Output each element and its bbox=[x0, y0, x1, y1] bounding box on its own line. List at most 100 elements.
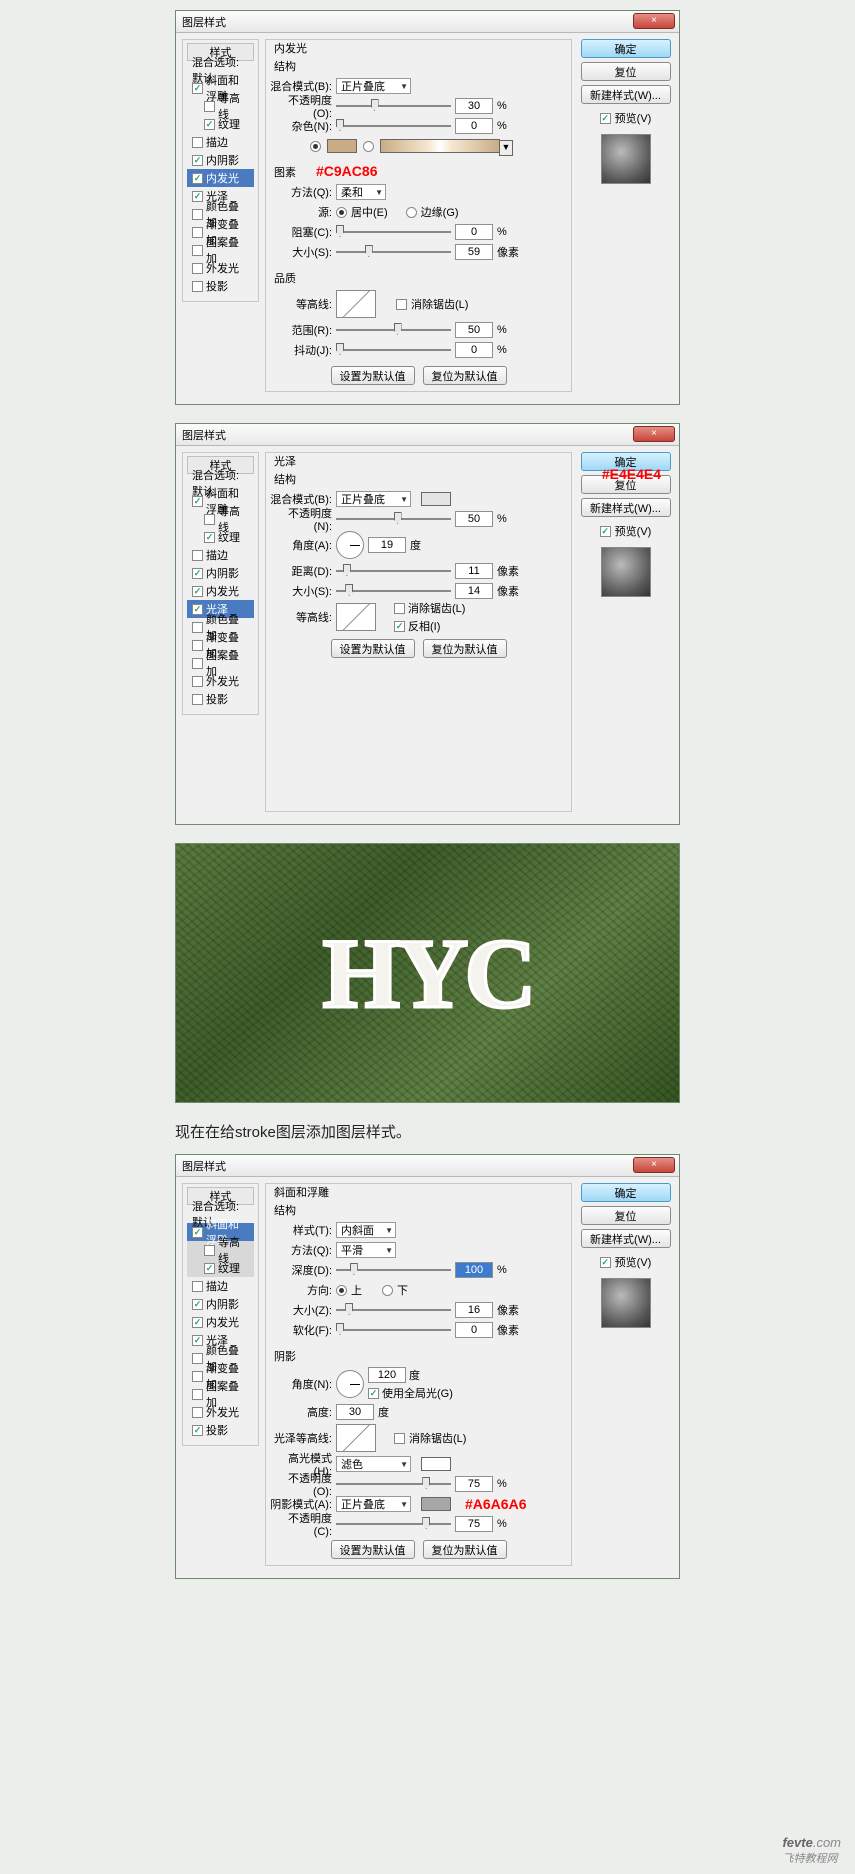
angle-input[interactable]: 120 bbox=[368, 1367, 406, 1383]
set-default-button[interactable]: 设置为默认值 bbox=[331, 639, 415, 658]
checkbox-icon[interactable] bbox=[204, 1245, 215, 1256]
checkbox-icon[interactable] bbox=[192, 694, 203, 705]
reset-button[interactable]: 复位 bbox=[581, 1206, 671, 1225]
method-dropdown[interactable]: 平滑 bbox=[336, 1242, 396, 1258]
checkbox-icon[interactable] bbox=[192, 550, 203, 561]
checkbox-icon[interactable] bbox=[192, 658, 203, 669]
checkbox-icon[interactable] bbox=[204, 119, 215, 130]
pattern-overlay-item[interactable]: 图案叠加 bbox=[187, 654, 254, 672]
gradient-picker[interactable] bbox=[380, 139, 500, 153]
preview-checkbox[interactable] bbox=[600, 113, 611, 124]
checkbox-icon[interactable] bbox=[192, 1407, 203, 1418]
size-slider[interactable] bbox=[336, 1303, 451, 1317]
opacity-slider[interactable] bbox=[336, 99, 451, 113]
checkbox-icon[interactable] bbox=[192, 1317, 203, 1328]
choke-input[interactable]: 0 bbox=[455, 224, 493, 240]
checkbox-icon[interactable] bbox=[204, 532, 215, 543]
titlebar[interactable]: 图层样式 × bbox=[176, 1155, 679, 1177]
soften-slider[interactable] bbox=[336, 1323, 451, 1337]
distance-input[interactable]: 11 bbox=[455, 563, 493, 579]
contour-sub-item[interactable]: 等高线 bbox=[187, 510, 254, 528]
checkbox-icon[interactable] bbox=[192, 83, 203, 94]
style-dropdown[interactable]: 内斜面 bbox=[336, 1222, 396, 1238]
color-swatch[interactable] bbox=[327, 139, 357, 153]
checkbox-icon[interactable] bbox=[192, 1425, 203, 1436]
global-light-checkbox[interactable] bbox=[368, 1388, 379, 1399]
checkbox-icon[interactable] bbox=[192, 604, 203, 615]
ok-button[interactable]: 确定 bbox=[581, 1183, 671, 1202]
size-slider[interactable] bbox=[336, 584, 451, 598]
reset-default-button[interactable]: 复位为默认值 bbox=[423, 1540, 507, 1559]
noise-input[interactable]: 0 bbox=[455, 118, 493, 134]
checkbox-icon[interactable] bbox=[192, 1299, 203, 1310]
checkbox-icon[interactable] bbox=[192, 1227, 203, 1238]
stroke-item[interactable]: 描边 bbox=[187, 546, 254, 564]
preview-checkbox[interactable] bbox=[600, 1257, 611, 1268]
checkbox-icon[interactable] bbox=[192, 1335, 203, 1346]
opacity-input[interactable]: 30 bbox=[455, 98, 493, 114]
shadow-color-swatch[interactable] bbox=[421, 1497, 451, 1511]
checkbox-icon[interactable] bbox=[192, 496, 203, 507]
highlight-opacity-input[interactable]: 75 bbox=[455, 1476, 493, 1492]
checkbox-icon[interactable] bbox=[192, 137, 203, 148]
size-slider[interactable] bbox=[336, 245, 451, 259]
distance-slider[interactable] bbox=[336, 564, 451, 578]
checkbox-icon[interactable] bbox=[192, 1281, 203, 1292]
inner-shadow-item[interactable]: 内阴影 bbox=[187, 1295, 254, 1313]
gloss-contour-picker[interactable] bbox=[336, 1424, 376, 1452]
checkbox-icon[interactable] bbox=[192, 586, 203, 597]
soften-input[interactable]: 0 bbox=[455, 1322, 493, 1338]
jitter-input[interactable]: 0 bbox=[455, 342, 493, 358]
antialias-checkbox[interactable] bbox=[396, 299, 407, 310]
contour-picker[interactable] bbox=[336, 290, 376, 318]
depth-slider[interactable] bbox=[336, 1263, 451, 1277]
shadow-opacity-slider[interactable] bbox=[336, 1517, 451, 1531]
checkbox-icon[interactable] bbox=[192, 209, 203, 220]
checkbox-icon[interactable] bbox=[192, 263, 203, 274]
antialias-checkbox[interactable] bbox=[394, 1433, 405, 1444]
pattern-overlay-item[interactable]: 图案叠加 bbox=[187, 1385, 254, 1403]
new-style-button[interactable]: 新建样式(W)... bbox=[581, 498, 671, 517]
checkbox-icon[interactable] bbox=[192, 1389, 203, 1400]
color-swatch[interactable] bbox=[421, 492, 451, 506]
angle-wheel[interactable] bbox=[336, 531, 364, 559]
close-button[interactable]: × bbox=[633, 426, 675, 442]
invert-checkbox[interactable] bbox=[394, 621, 405, 632]
titlebar[interactable]: 图层样式 × bbox=[176, 11, 679, 33]
checkbox-icon[interactable] bbox=[192, 155, 203, 166]
checkbox-icon[interactable] bbox=[192, 568, 203, 579]
drop-shadow-item[interactable]: 投影 bbox=[187, 690, 254, 708]
size-input[interactable]: 16 bbox=[455, 1302, 493, 1318]
shadow-mode-dropdown[interactable]: 正片叠底 bbox=[336, 1496, 411, 1512]
close-button[interactable]: × bbox=[633, 1157, 675, 1173]
checkbox-icon[interactable] bbox=[192, 1371, 203, 1382]
reset-default-button[interactable]: 复位为默认值 bbox=[423, 639, 507, 658]
shadow-opacity-input[interactable]: 75 bbox=[455, 1516, 493, 1532]
checkbox-icon[interactable] bbox=[192, 191, 203, 202]
range-slider[interactable] bbox=[336, 323, 451, 337]
dir-down-radio[interactable] bbox=[382, 1285, 393, 1296]
checkbox-icon[interactable] bbox=[192, 640, 203, 651]
blend-mode-dropdown[interactable]: 正片叠底 bbox=[336, 78, 411, 94]
set-default-button[interactable]: 设置为默认值 bbox=[331, 1540, 415, 1559]
inner-glow-item[interactable]: 内发光 bbox=[187, 1313, 254, 1331]
titlebar[interactable]: 图层样式 × bbox=[176, 424, 679, 446]
range-input[interactable]: 50 bbox=[455, 322, 493, 338]
checkbox-icon[interactable] bbox=[192, 245, 203, 256]
checkbox-icon[interactable] bbox=[192, 622, 203, 633]
source-edge-radio[interactable] bbox=[406, 207, 417, 218]
noise-slider[interactable] bbox=[336, 119, 451, 133]
drop-shadow-item[interactable]: 投影 bbox=[187, 277, 254, 295]
inner-shadow-item[interactable]: 内阴影 bbox=[187, 564, 254, 582]
contour-sub-item[interactable]: 等高线 bbox=[187, 1241, 254, 1259]
reset-button[interactable]: 复位 bbox=[581, 62, 671, 81]
checkbox-icon[interactable] bbox=[192, 281, 203, 292]
checkbox-icon[interactable] bbox=[204, 101, 215, 112]
opacity-input[interactable]: 50 bbox=[455, 511, 493, 527]
inner-glow-item[interactable]: 内发光 bbox=[187, 169, 254, 187]
new-style-button[interactable]: 新建样式(W)... bbox=[581, 85, 671, 104]
checkbox-icon[interactable] bbox=[192, 676, 203, 687]
checkbox-icon[interactable] bbox=[192, 1353, 203, 1364]
size-input[interactable]: 14 bbox=[455, 583, 493, 599]
stroke-item[interactable]: 描边 bbox=[187, 133, 254, 151]
